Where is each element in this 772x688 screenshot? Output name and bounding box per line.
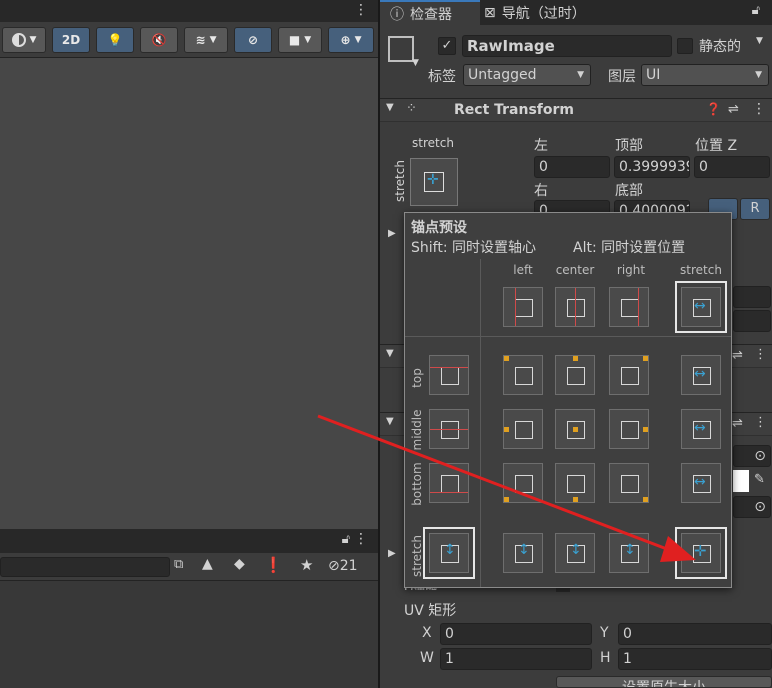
annotation-arrow <box>317 414 696 562</box>
arrow-head <box>660 536 696 562</box>
arrow-shaft <box>317 414 681 556</box>
